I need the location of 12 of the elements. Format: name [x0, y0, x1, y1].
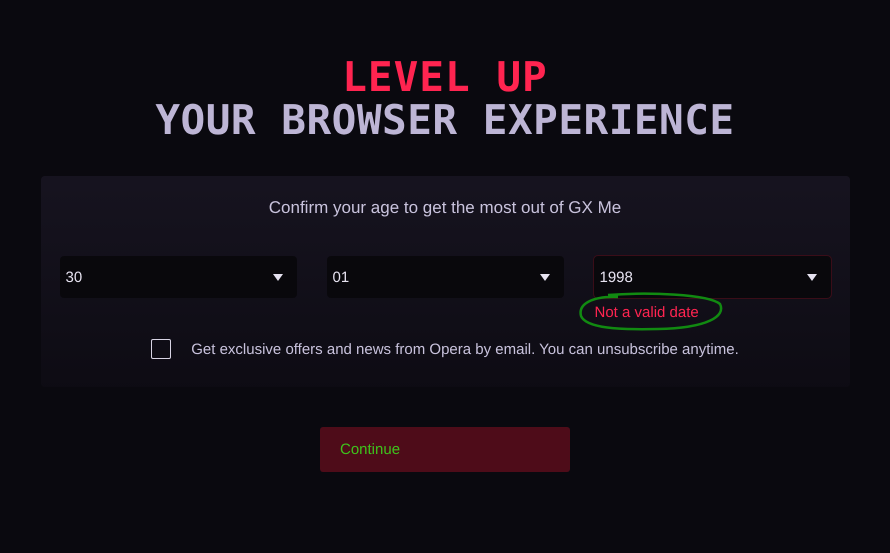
offers-label: Get exclusive offers and news from Opera by email. You can unsubscribe anytime.: [191, 340, 739, 358]
age-prompt: Confirm your age to get the most out of GX Me: [268, 198, 622, 218]
error-message: Not a valid date: [594, 304, 699, 322]
date-select[interactable]: 1998: [594, 256, 830, 298]
date-select[interactable]: 30: [60, 256, 296, 298]
headline: YOUR BROWSER EXPERIENCE: [155, 99, 735, 142]
caret-icon: [806, 274, 816, 281]
date-select[interactable]: 01: [326, 256, 564, 298]
offers-checkbox[interactable]: [151, 339, 172, 360]
headline: LEVEL UP: [342, 56, 548, 100]
caret-icon: [272, 274, 282, 281]
caret-icon: [540, 274, 550, 281]
